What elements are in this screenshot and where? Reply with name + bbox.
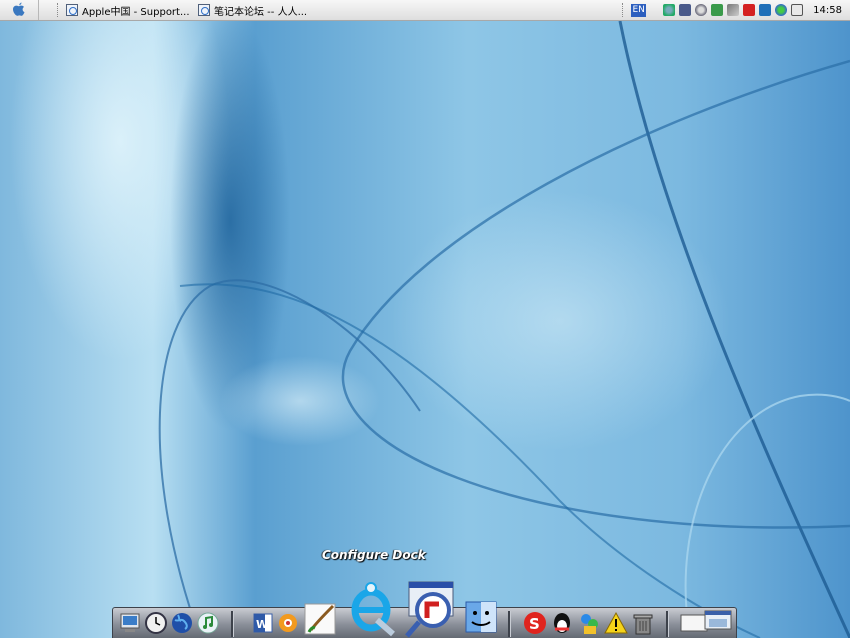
globe-icon[interactable]	[170, 611, 194, 635]
tray-separator	[622, 3, 625, 17]
qq-icon[interactable]	[549, 610, 575, 636]
system-tray: EN 14:58	[622, 0, 850, 20]
speaker-icon[interactable]	[695, 4, 708, 16]
task-label: 笔记本论坛 -- 人人...	[214, 6, 308, 18]
desktop-windows-icon[interactable]	[679, 609, 733, 637]
dock-bar: W S	[112, 581, 737, 638]
wallpaper-art	[0, 21, 850, 638]
warning-icon[interactable]	[603, 610, 629, 636]
download-icon[interactable]	[759, 4, 772, 16]
kaspersky-icon[interactable]	[743, 4, 756, 16]
paintbrush-icon[interactable]	[303, 600, 339, 636]
dock-divider	[666, 611, 669, 637]
network-icon[interactable]	[663, 4, 676, 16]
phone-icon[interactable]	[727, 4, 740, 16]
taskbar-separator	[57, 3, 60, 17]
dock-divider	[508, 611, 511, 637]
menu-bar: Apple中国 - Support... 笔记本论坛 -- 人人... EN 1…	[0, 0, 850, 21]
clock-icon[interactable]	[144, 611, 168, 635]
monitor-icon[interactable]	[679, 4, 692, 16]
apple-logo-icon	[13, 2, 25, 16]
finder-icon[interactable]	[463, 598, 499, 638]
task-button-apple-support[interactable]: Apple中国 - Support...	[66, 2, 192, 18]
trash-icon[interactable]	[630, 610, 656, 636]
flashget-icon[interactable]	[403, 580, 463, 638]
itunes-icon[interactable]	[196, 611, 220, 635]
task-label: Apple中国 - Support...	[82, 6, 190, 18]
ie-page-icon	[66, 4, 78, 16]
svg-text:W: W	[256, 618, 268, 631]
dock-divider	[231, 611, 234, 637]
language-indicator[interactable]: EN	[631, 3, 647, 17]
messenger-app-icon[interactable]	[576, 610, 602, 636]
task-button-notebook-forum[interactable]: 笔记本论坛 -- 人人...	[198, 2, 324, 18]
ie-page-icon	[198, 4, 210, 16]
messenger-icon[interactable]	[775, 4, 788, 16]
desktop-wallpaper	[0, 21, 850, 638]
clock-display[interactable]: 14:58	[813, 5, 842, 16]
shield-icon[interactable]	[711, 4, 724, 16]
foxmail-icon[interactable]	[276, 611, 300, 635]
word-icon[interactable]: W	[251, 611, 275, 635]
apple-menu-button[interactable]	[0, 0, 39, 20]
svg-text:S: S	[529, 615, 540, 633]
system-monitor-icon[interactable]	[119, 611, 143, 635]
dock-tooltip: Configure Dock	[322, 548, 426, 562]
ie-browser-icon[interactable]	[343, 580, 403, 638]
window-icon[interactable]	[791, 4, 804, 16]
sogou-icon[interactable]: S	[522, 610, 548, 636]
